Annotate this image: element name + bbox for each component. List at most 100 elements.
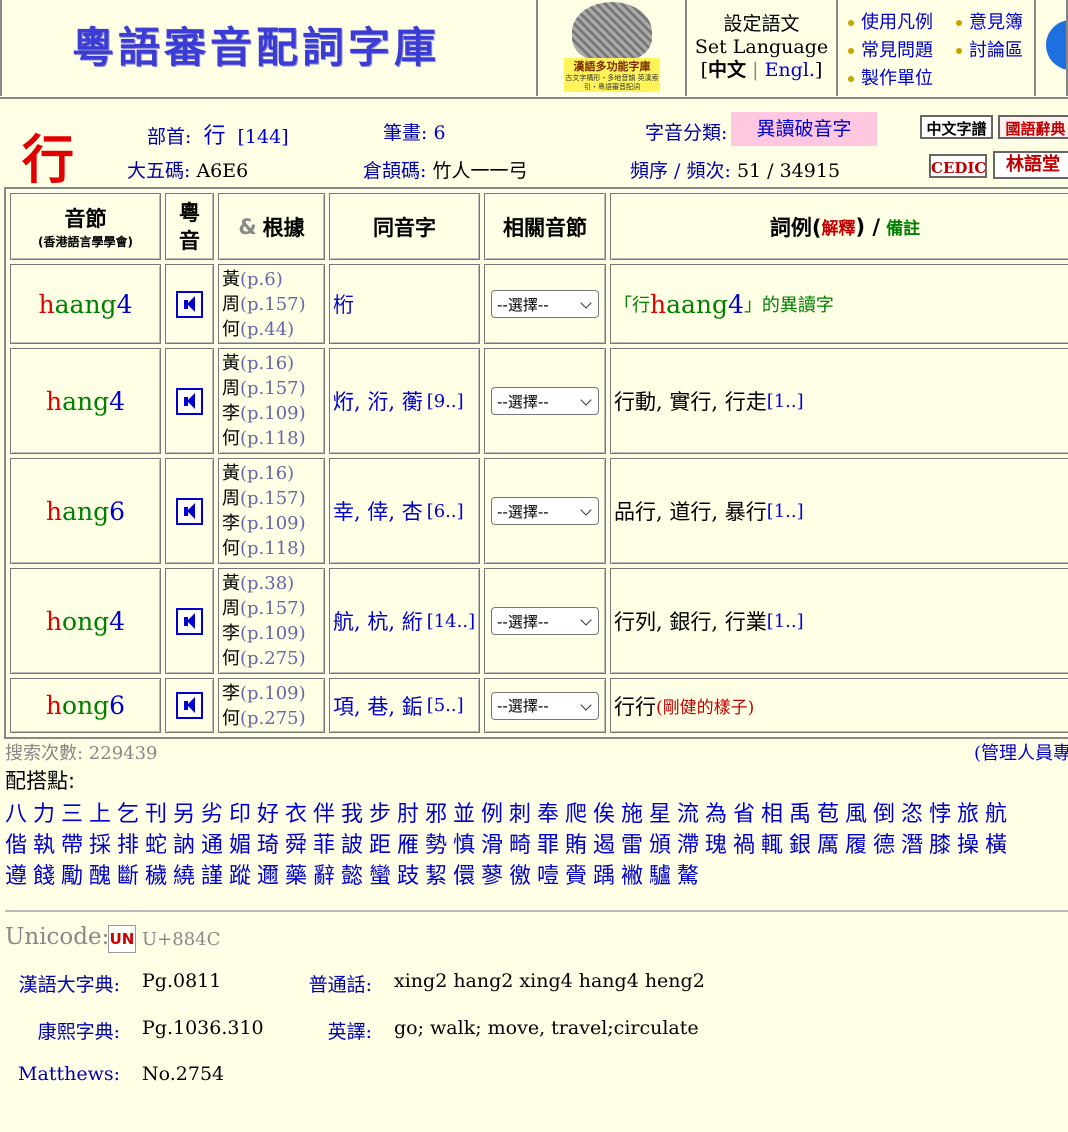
related-syllable-select[interactable]: --選擇-- — [491, 387, 599, 415]
homophone-links[interactable]: 烆, 洐, 蘅 — [333, 386, 423, 416]
source-book: 李 — [222, 623, 240, 644]
collocation-row[interactable]: 偕執帶採排蛇訥通媚琦舜菲詖距雁勢慎滑畸罪賄遏雷頒滯瑰禍輒銀厲履德潛膝操橫 — [5, 827, 1013, 859]
admin-link[interactable]: (管理人員專 — [974, 739, 1068, 765]
speaker-icon[interactable] — [176, 387, 203, 415]
homophone-links[interactable]: 桁 — [333, 289, 354, 319]
lang-en-link[interactable]: Engl. — [765, 59, 815, 81]
ref-chinese-etymology[interactable]: 中文字譜 — [920, 115, 993, 139]
ref-mandarin-dictionary[interactable]: 國語辭典 — [998, 115, 1068, 139]
col-header-examples: 詞例(解釋) / 備註 — [610, 193, 1068, 260]
syllable-cell[interactable]: h ong 4 — [10, 568, 161, 674]
example-words: 行列, 銀行, 行業 — [614, 610, 767, 634]
language-subtitle: Set Language — [694, 36, 829, 58]
variant-note-close: 」的異讀字 — [743, 295, 834, 316]
syllable-initial: h — [38, 289, 55, 319]
examples-more-link[interactable]: [1..] — [767, 501, 804, 522]
examples-more-link[interactable]: [1..] — [767, 611, 804, 632]
link-label: 常見問題 — [861, 40, 933, 61]
speaker-icon[interactable] — [176, 290, 203, 318]
ref-cedict[interactable]: CEDICT — [929, 154, 987, 178]
link-label: 討論區 — [969, 40, 1023, 61]
variant-initial[interactable]: h — [650, 290, 666, 319]
partner-logo-icon[interactable] — [1046, 20, 1066, 70]
related-syllable-select[interactable]: --選擇-- — [491, 691, 599, 720]
source-cell: 黃(p.16) 周(p.157) 李(p.109) 何(p.118) — [218, 458, 325, 564]
syllable-tone: 6 — [109, 691, 126, 720]
strokes-label: 筆畫: — [383, 122, 428, 144]
speaker-icon[interactable] — [176, 497, 203, 525]
homophone-links[interactable]: 航, 杭, 絎 — [333, 606, 423, 636]
homophones-more-link[interactable]: [14..] — [427, 611, 475, 632]
syllable-cell[interactable]: h ong 6 — [10, 678, 161, 733]
related-syllable-select[interactable]: --選擇-- — [491, 290, 599, 318]
col-header-syllable: 音節 (香港語言學學會) — [10, 193, 161, 260]
related-syllable-select[interactable]: --選擇-- — [491, 497, 599, 525]
english-label: 英譯: — [327, 1021, 372, 1043]
speaker-icon[interactable] — [176, 692, 203, 719]
homophone-links[interactable]: 項, 巷, 銗 — [333, 691, 423, 721]
homophones-more-link[interactable]: [6..] — [427, 501, 464, 522]
collocation-label: 配搭點: — [5, 769, 76, 793]
source-cell: 黃(p.6) 周(p.157) 何(p.44) — [218, 264, 325, 344]
variant-tone[interactable]: 4 — [728, 290, 744, 319]
strokes-value: 6 — [433, 122, 446, 144]
feedback-link[interactable]: 意見簿 — [956, 8, 1023, 34]
syllable-initial: h — [45, 691, 63, 720]
usage-guide-link[interactable]: 使用凡例 — [848, 8, 933, 34]
syllable-cell[interactable]: h ang 6 — [10, 458, 161, 564]
col-header-homophones: 同音字 — [329, 193, 480, 260]
site-logo[interactable]: 漢語多功能字庫 古文字構形・多地音韻 英漢索引・粵語審音配詞 — [564, 2, 660, 92]
source-page: (p.109) — [240, 682, 306, 704]
source-entry: 何(p.275) — [222, 646, 324, 671]
syllable-tone: 6 — [109, 496, 126, 526]
credits-link[interactable]: 製作單位 — [848, 64, 933, 90]
class-badge[interactable]: 異讀破音字 — [731, 112, 877, 146]
matthews-label: Matthews: — [18, 1063, 120, 1085]
big5-label: 大五碼: — [127, 160, 191, 182]
header-sound-text: 粵音 — [179, 200, 200, 253]
syllable-cell[interactable]: h aang 4 — [10, 264, 161, 344]
collocation-row[interactable]: 八力三上乞刊另劣印好衣伴我步肘邪並例刺奉爬俟施星流為省相禹苞風倒恣悖旅航 — [5, 796, 1013, 828]
homophone-links[interactable]: 幸, 倖, 杏 — [333, 496, 423, 526]
site-title[interactable]: 粵語審音配詞字庫 — [72, 14, 440, 75]
ref-lin-yutang[interactable]: 林語堂 — [993, 151, 1068, 179]
examples-more-link[interactable]: [1..] — [767, 391, 804, 412]
source-entry: 李(p.109) — [222, 511, 324, 536]
collocation-row[interactable]: 遵餞勵醜斷穢繞謹蹤邇藥辭懿蠻跂絜儇蓼徼噎賫踽襒驢驁 — [5, 858, 705, 890]
lang-zh-link[interactable]: 中文 — [708, 59, 746, 81]
bullet-icon — [848, 48, 854, 54]
source-entry: 黃(p.38) — [222, 571, 324, 596]
unicode-logo-icon[interactable]: UN — [108, 925, 136, 953]
sound-cell — [165, 458, 214, 564]
speaker-icon[interactable] — [176, 607, 203, 635]
big5-info: 大五碼: A6E6 — [127, 156, 248, 183]
homophones-more-link[interactable]: [5..] — [427, 695, 464, 716]
source-entry: 何(p.118) — [222, 536, 324, 561]
example-words: 品行, 道行, 暴行 — [614, 500, 767, 524]
related-cell: --選擇-- — [484, 264, 606, 344]
header-examples-text: 詞例( — [769, 215, 822, 240]
syllable-cell[interactable]: h ang 4 — [10, 348, 161, 454]
source-entry: 李(p.109) — [222, 681, 324, 706]
variant-final[interactable]: aang — [666, 290, 728, 319]
header-related-text: 相關音節 — [503, 215, 587, 240]
forum-link[interactable]: 討論區 — [956, 36, 1023, 62]
related-syllable-select[interactable]: --選擇-- — [491, 607, 599, 635]
source-page: (p.275) — [240, 707, 306, 729]
link-label: 製作單位 — [861, 68, 933, 89]
faq-link[interactable]: 常見問題 — [848, 36, 933, 62]
source-page: (p.118) — [240, 428, 306, 449]
radical-number: [144] — [237, 126, 289, 148]
sound-cell — [165, 678, 214, 733]
syllable-final: ang — [62, 496, 110, 526]
radical-link[interactable]: 行 — [203, 124, 225, 149]
source-cell: 黃(p.38) 周(p.157) 李(p.109) 何(p.275) — [218, 568, 325, 674]
header-source-amp: & — [238, 214, 257, 239]
cangjie-label: 倉頡碼: — [363, 160, 427, 182]
sound-cell — [165, 264, 214, 344]
source-entry: 何(p.118) — [222, 426, 324, 451]
homophones-more-link[interactable]: [9..] — [427, 391, 464, 412]
source-entry: 周(p.157) — [222, 596, 324, 621]
site-title-cell: 粵語審音配詞字庫 — [0, 0, 538, 96]
unicode-label: Unicode: — [5, 924, 110, 950]
